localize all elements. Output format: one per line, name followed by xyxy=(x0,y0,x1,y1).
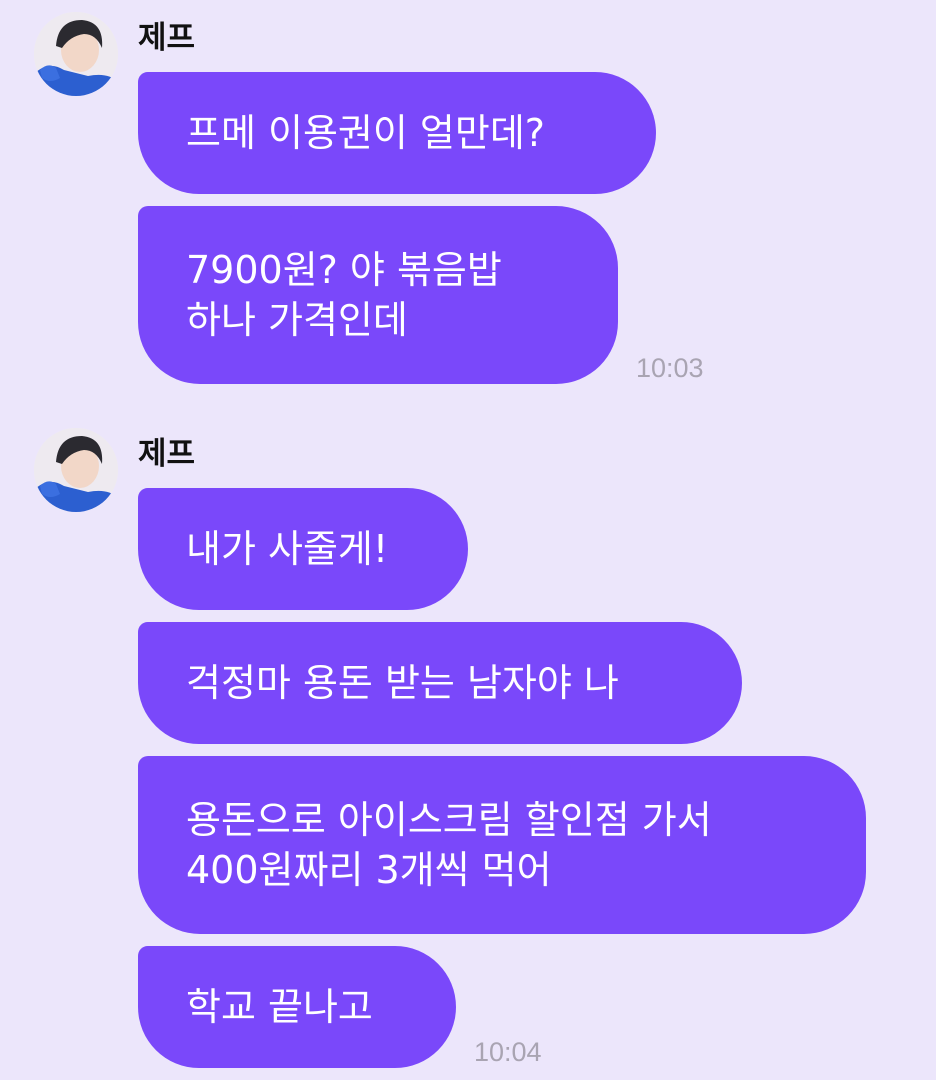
message-text: 걱정마 용돈 받는 남자야 나 xyxy=(186,661,619,705)
avatar[interactable] xyxy=(34,428,118,512)
sender-name: 제프 xyxy=(138,436,196,472)
profile-photo xyxy=(34,428,118,512)
message-text: 내가 사줄게! xyxy=(186,527,389,571)
message-group-2: 제프 내가 사줄게! 걱정마 용돈 받는 남자야 나 용돈으로 아이스크림 할인… xyxy=(0,0,936,1080)
message-bubble[interactable]: 학교 끝나고 xyxy=(138,946,456,1068)
message-text: 용돈으로 아이스크림 할인점 가서 xyxy=(186,798,712,842)
message-text: 400원짜리 3개씩 먹어 xyxy=(186,848,552,892)
timestamp: 10:04 xyxy=(474,1037,542,1067)
message-text: 학교 끝나고 xyxy=(186,985,373,1029)
message-bubble[interactable]: 걱정마 용돈 받는 남자야 나 xyxy=(138,622,742,744)
message-bubble[interactable]: 용돈으로 아이스크림 할인점 가서 400원짜리 3개씩 먹어 xyxy=(138,756,866,934)
message-bubble[interactable]: 내가 사줄게! xyxy=(138,488,468,610)
